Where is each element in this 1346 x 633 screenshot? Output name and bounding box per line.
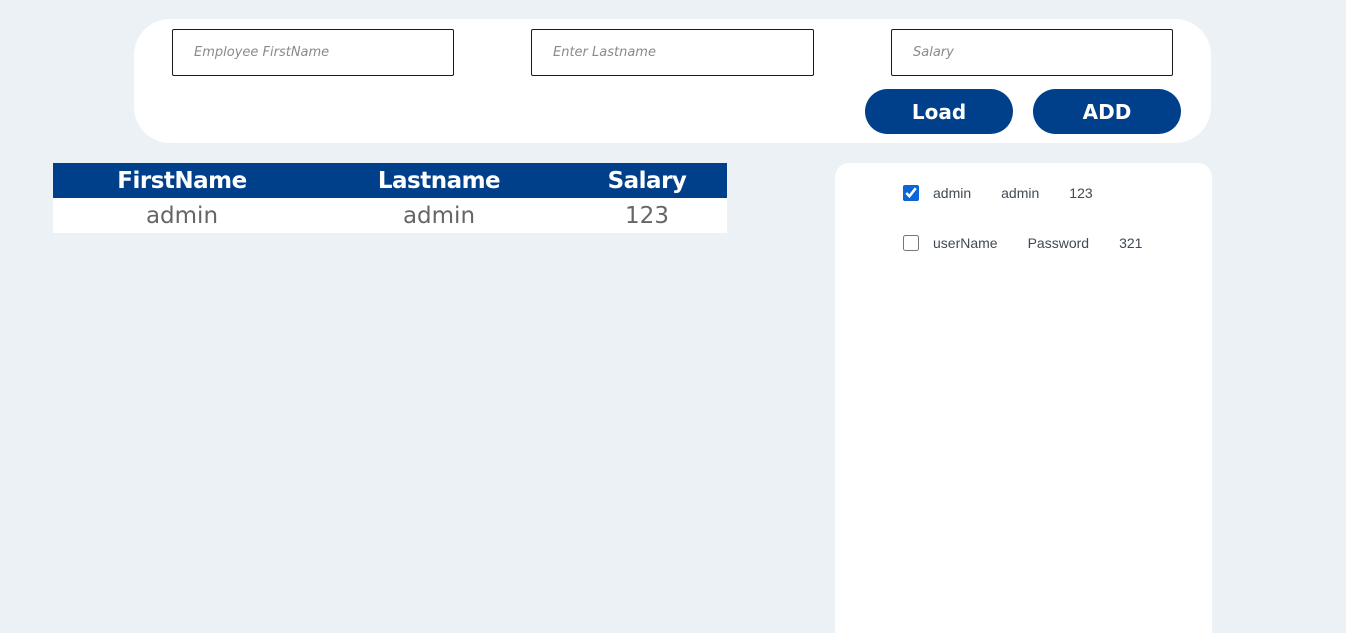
list-item-firstname: userName (933, 235, 998, 251)
table-header-row: FirstName Lastname Salary (53, 163, 727, 198)
employee-form-card: Load ADD (134, 19, 1211, 143)
first-name-input[interactable] (172, 29, 454, 76)
cell-salary: 123 (567, 198, 727, 233)
list-item-salary: 321 (1119, 235, 1143, 251)
cell-lastname: admin (311, 198, 567, 233)
column-header-salary: Salary (567, 163, 727, 198)
row-checkbox[interactable] (903, 235, 919, 251)
list-item-salary: 123 (1069, 185, 1093, 201)
column-header-lastname: Lastname (311, 163, 567, 198)
load-button[interactable]: Load (865, 89, 1013, 134)
cell-firstname: admin (53, 198, 311, 233)
list-item: admin admin 123 (903, 184, 1093, 202)
column-header-firstname: FirstName (53, 163, 311, 198)
table-row: admin admin 123 (53, 198, 727, 233)
list-item-lastname: admin (1001, 185, 1040, 201)
row-checkbox[interactable] (903, 185, 919, 201)
list-item: userName Password 321 (903, 234, 1142, 252)
employee-list-panel: admin admin 123 userName Password 321 (835, 163, 1212, 633)
employee-table: FirstName Lastname Salary admin admin 12… (53, 163, 727, 233)
last-name-input[interactable] (531, 29, 814, 76)
list-item-firstname: admin (933, 185, 972, 201)
salary-input[interactable] (891, 29, 1173, 76)
add-button[interactable]: ADD (1033, 89, 1181, 134)
list-item-lastname: Password (1027, 235, 1090, 251)
